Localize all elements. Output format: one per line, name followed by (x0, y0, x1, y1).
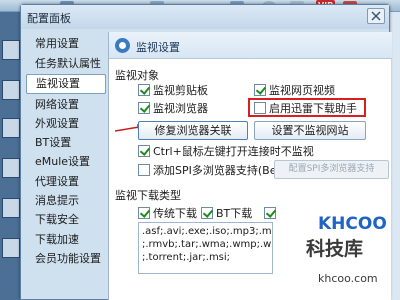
file-extensions-textarea[interactable]: .asf;.avi;.exe;.iso;.mp3;.mpe ;.rmvb;.ta… (138, 222, 273, 274)
nav-item-label: eMule设置 (35, 155, 91, 168)
repair-browser-association-button[interactable]: 修复浏览器关联 (138, 121, 248, 140)
watermark-url: khcoo.com (318, 272, 378, 285)
checkbox-checked-icon (201, 207, 213, 219)
bt-download-checkbox[interactable]: BT下载 (201, 206, 252, 220)
monitor-web-video-checkbox[interactable]: 监视网页视频 (254, 83, 335, 97)
nav-item-label: 网络设置 (35, 98, 79, 111)
nav-item-label: 下载加速 (35, 233, 79, 246)
dialog-title: 配置面板 (27, 12, 71, 25)
nav-item-label: 下载安全 (35, 213, 79, 226)
checkbox-label: Ctrl+鼠标左键打开连接时不监视 (153, 145, 314, 158)
thumbnail-icon (2, 80, 20, 100)
nav-item-network[interactable]: 网络设置 (26, 95, 106, 115)
background-app-sidebar (0, 12, 22, 300)
monitor-browser-checkbox[interactable]: 监视浏览器 (138, 101, 208, 115)
checkbox-label: 监视浏览器 (153, 102, 208, 115)
nav-item-label: 监视设置 (36, 77, 80, 90)
nav-item-bt[interactable]: BT设置 (26, 133, 106, 153)
checkbox-checked-icon (138, 145, 150, 157)
checkbox-label: BT下载 (216, 207, 253, 220)
checkbox-checked-icon (254, 84, 266, 96)
nav-item-label: 代理设置 (35, 175, 79, 188)
nav-item-label: 消息提示 (35, 194, 79, 207)
traditional-download-checkbox[interactable]: 传统下载 (138, 206, 197, 220)
nav-item-download-acceleration[interactable]: 下载加速 (26, 230, 106, 250)
monitor-icon (115, 38, 130, 53)
nav-item-label: 常用设置 (35, 37, 79, 50)
nav-item-notifications[interactable]: 消息提示 (26, 191, 106, 211)
panel-title: 监视设置 (136, 41, 180, 54)
nav-item-download-security[interactable]: 下载安全 (26, 210, 106, 230)
close-icon (371, 11, 381, 21)
checkbox-unchecked-icon (254, 102, 266, 114)
checkbox-label: 添加SPI多浏览器支持(Beta) (153, 164, 292, 177)
download-types-heading: 监视下载类型 (115, 189, 181, 202)
nav-item-label: 任务默认属性 (35, 57, 101, 70)
nav-item-appearance[interactable]: 外观设置 (26, 114, 106, 134)
close-button[interactable] (367, 8, 385, 24)
nav-item-label: BT设置 (35, 136, 72, 149)
monitor-clipboard-checkbox[interactable]: 监视剪贴板 (138, 83, 208, 97)
ctrl-click-no-monitor-checkbox[interactable]: Ctrl+鼠标左键打开连接时不监视 (138, 144, 314, 158)
nav-item-label: 外观设置 (35, 117, 79, 130)
nav-item-proxy[interactable]: 代理设置 (26, 172, 106, 192)
watermark-brand: KHCOO (318, 214, 387, 234)
panel-header: 监视设置 (109, 32, 392, 59)
dialog-titlebar[interactable]: 配置面板 (21, 5, 389, 29)
checkbox-unchecked-icon (138, 164, 150, 176)
checkbox-label: 启用迅雷下载助手 (269, 102, 357, 115)
spi-settings-button[interactable]: 配置SPI多浏览器支持 (274, 160, 389, 179)
checkbox-checked-icon (138, 102, 150, 114)
checkbox-checked-icon (138, 207, 150, 219)
settings-nav: 常用设置 任务默认属性 监视设置 网络设置 外观设置 BT设置 eMule设置 … (26, 32, 106, 300)
emule-download-checkbox[interactable] (264, 206, 279, 220)
no-monitor-sites-button[interactable]: 设置不监视网站 (254, 121, 366, 140)
thumbnail-icon (2, 40, 20, 60)
nav-item-emule[interactable]: eMule设置 (26, 152, 106, 172)
thumbnail-icon (2, 198, 20, 218)
enable-thunder-helper-checkbox[interactable]: 启用迅雷下载助手 (254, 101, 357, 115)
thumbnail-icon (2, 118, 20, 138)
spi-multi-browser-checkbox[interactable]: 添加SPI多浏览器支持(Beta) (138, 163, 292, 177)
thumbnail-icon (2, 158, 20, 178)
checkbox-label: 传统下载 (153, 207, 197, 220)
checkbox-checked-icon (264, 207, 276, 219)
watermark-name: 科技库 (306, 238, 364, 260)
checkbox-label: 监视网页视频 (269, 84, 335, 97)
checkbox-checked-icon (138, 84, 150, 96)
nav-item-member-features[interactable]: 会员功能设置 (26, 249, 106, 269)
nav-item-label: 会员功能设置 (35, 252, 101, 265)
nav-item-general[interactable]: 常用设置 (26, 34, 106, 54)
monitor-targets-heading: 监视对象 (115, 69, 159, 82)
nav-item-task-defaults[interactable]: 任务默认属性 (26, 54, 106, 74)
checkbox-label: 监视剪贴板 (153, 84, 208, 97)
nav-item-monitor[interactable]: 监视设置 (26, 74, 106, 94)
thumbnail-icon (2, 238, 20, 258)
